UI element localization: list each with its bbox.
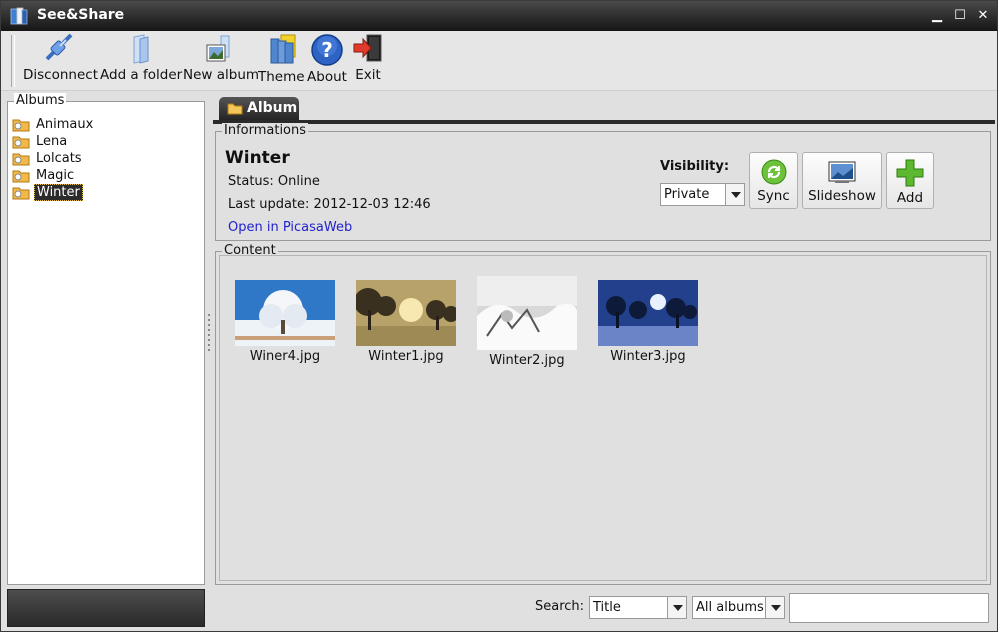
photo-image — [477, 276, 577, 350]
slideshow-icon — [828, 161, 856, 183]
album-folder-icon — [12, 119, 30, 132]
search-scope-value: All albums — [696, 600, 764, 615]
photo-filename: Winter3.jpg — [610, 349, 686, 364]
add-label: Add — [896, 190, 924, 206]
toolbar-item-label: Disconnect — [23, 67, 98, 83]
informations-legend: Informations — [222, 123, 309, 139]
sync-icon — [761, 159, 786, 185]
toolbar-item-label: Theme — [258, 69, 305, 85]
slideshow-label: Slideshow — [808, 188, 876, 204]
add-button[interactable]: Add — [886, 152, 934, 209]
photo-filename: Winter1.jpg — [368, 349, 444, 364]
theme-icon — [270, 34, 296, 64]
plus-icon — [896, 159, 924, 187]
toolbar-item-label: Add a folder — [100, 67, 183, 83]
toolbar-item-label: About — [307, 69, 347, 85]
photo-image — [356, 280, 456, 346]
new-album-button[interactable]: New album — [183, 33, 260, 89]
chevron-down-icon — [765, 597, 784, 618]
photo-image — [598, 280, 698, 346]
search-input[interactable] — [789, 593, 989, 623]
disconnect-icon — [45, 33, 73, 61]
photo-thumbnail[interactable]: Winter3.jpg — [597, 280, 699, 364]
visibility-select[interactable]: Private — [660, 183, 745, 206]
search-scope-select[interactable]: All albums — [692, 596, 785, 619]
help-icon: ? — [311, 34, 343, 66]
toolbar-item-label: Exit — [355, 67, 381, 83]
tab-album[interactable]: Album — [219, 97, 299, 121]
chevron-down-icon — [725, 184, 744, 205]
new-album-icon — [206, 35, 230, 62]
photo-filename: Winer4.jpg — [249, 349, 321, 364]
add-folder-button[interactable]: Add a folder — [100, 33, 183, 89]
album-folder-icon — [12, 153, 30, 166]
album-folder-icon — [12, 136, 30, 149]
app-logo-icon — [10, 7, 28, 25]
search-label: Search: — [535, 599, 585, 614]
photo-thumbnail[interactable]: Winter1.jpg — [355, 280, 457, 364]
svg-text:?: ? — [321, 38, 333, 62]
theme-button[interactable]: Theme — [258, 33, 305, 89]
albums-panel: Albums Animaux Lena Lolcats Magic Winter — [7, 93, 205, 585]
search-field-select[interactable]: Title — [589, 596, 687, 619]
album-last-update: Last update: 2012-12-03 12:46 — [228, 197, 431, 212]
photo-thumbnail[interactable]: Winer4.jpg — [234, 280, 336, 364]
sync-button[interactable]: Sync — [749, 152, 798, 209]
exit-button[interactable]: Exit — [351, 33, 385, 89]
albums-legend: Albums — [14, 93, 67, 109]
exit-icon — [353, 34, 382, 62]
visibility-value: Private — [664, 187, 710, 202]
maximize-button[interactable]: ☐ — [952, 8, 968, 24]
album-label: Winter — [34, 184, 83, 201]
folder-icon — [133, 34, 149, 64]
toolbar: Disconnect Add a folder New album Theme … — [1, 31, 997, 91]
tab-label: Album — [247, 100, 298, 116]
album-title: Winter — [225, 148, 290, 168]
close-button[interactable]: ✕ — [975, 8, 991, 24]
title-bar[interactable]: See&Share ▁ ☐ ✕ — [1, 1, 997, 31]
album-label: Magic — [36, 168, 75, 183]
sync-label: Sync — [757, 188, 790, 204]
app-window: See&Share ▁ ☐ ✕ Disconnect Add a folder — [0, 0, 998, 632]
open-picasaweb-link[interactable]: Open in PicasaWeb — [228, 220, 352, 235]
albums-footer-bar — [7, 589, 205, 627]
toolbar-grip[interactable] — [11, 35, 15, 87]
album-label: Lolcats — [36, 151, 82, 166]
content-gallery[interactable]: Winer4.jpg Winter1.jpg Winter2.jpg Winte… — [219, 255, 987, 581]
visibility-label: Visibility: — [660, 159, 730, 174]
tab-underline — [213, 120, 995, 124]
chevron-down-icon — [667, 597, 686, 618]
minimize-button[interactable]: ▁ — [929, 8, 945, 24]
album-label: Animaux — [36, 117, 94, 132]
photo-image — [235, 280, 335, 346]
disconnect-button[interactable]: Disconnect — [23, 33, 98, 89]
slideshow-button[interactable]: Slideshow — [802, 152, 882, 209]
window-title: See&Share — [37, 7, 125, 23]
about-button[interactable]: ? About — [306, 33, 348, 89]
album-label: Lena — [36, 134, 68, 149]
folder-tab-icon — [227, 103, 243, 115]
search-field-value: Title — [593, 600, 621, 615]
album-folder-icon — [12, 187, 30, 200]
photo-filename: Winter2.jpg — [489, 353, 565, 368]
albums-list[interactable]: Albums Animaux Lena Lolcats Magic Winter — [7, 93, 205, 585]
panel-splitter[interactable] — [207, 311, 211, 367]
informations-section: Informations Winter Status: Online Last … — [215, 123, 991, 241]
album-folder-icon — [12, 170, 30, 183]
content-section: Content Winer4.jpg Winter1.jpg Winter2.j… — [215, 243, 991, 585]
photo-thumbnail[interactable]: Winter2.jpg — [476, 276, 578, 368]
toolbar-item-label: New album — [183, 67, 260, 83]
album-status: Status: Online — [228, 174, 320, 189]
